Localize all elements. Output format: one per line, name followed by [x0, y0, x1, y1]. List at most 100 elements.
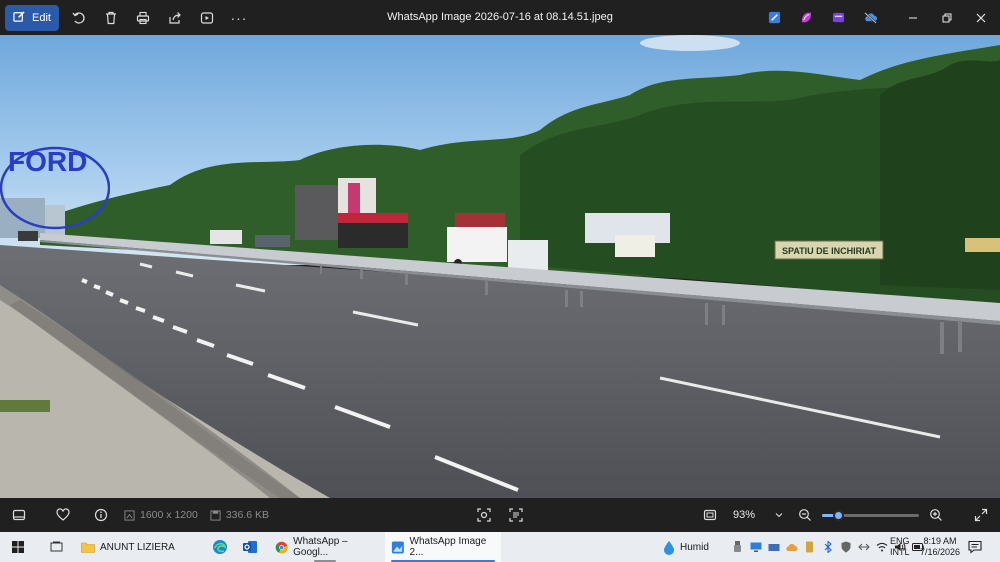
share-button[interactable]: [159, 5, 191, 31]
taskbar-app-folder-label: ANUNT LIZIERA: [100, 541, 175, 553]
taskbar-app-folder[interactable]: ANUNT LIZIERA: [75, 532, 181, 562]
resolution-info: 1600 x 1200: [124, 509, 198, 521]
folder-icon: [81, 542, 95, 553]
taskbar-app-chrome-label: WhatsApp – Googl...: [293, 536, 348, 558]
slideshow-button[interactable]: [191, 5, 223, 31]
wifi-icon[interactable]: [874, 532, 889, 562]
taskbar-edge[interactable]: [205, 532, 235, 562]
fit-to-window-button[interactable]: [691, 498, 729, 532]
tray-cloud-icon[interactable]: [784, 532, 799, 562]
resolution-icon: [124, 509, 135, 521]
tray-monitor-icon[interactable]: [748, 532, 763, 562]
start-button[interactable]: [3, 532, 33, 562]
clipchamp-app-button[interactable]: [822, 0, 854, 35]
taskbar-app-photos[interactable]: WhatsApp Image 2...: [384, 532, 501, 562]
expand-icon: [974, 508, 988, 522]
edit-label: Edit: [32, 11, 51, 24]
filmstrip-button[interactable]: [0, 498, 38, 532]
chrome-icon: [275, 541, 288, 553]
text-recognition-button[interactable]: [497, 498, 535, 532]
photos-icon: [391, 541, 404, 553]
delete-button[interactable]: [95, 5, 127, 31]
rental-sign-text: SPATIU DE INCHIRIAT: [782, 246, 877, 256]
more-icon: ···: [230, 9, 248, 26]
outlook-icon: [242, 541, 257, 553]
zoom-slider[interactable]: [822, 510, 919, 521]
zoom-in-icon: [930, 509, 942, 521]
taskbar-app-photos-label: WhatsApp Image 2...: [409, 536, 487, 558]
onedrive-app-button[interactable]: [854, 0, 886, 35]
designer-icon: [768, 11, 780, 24]
filmstrip-icon: [12, 509, 26, 521]
taskbar-app-chrome[interactable]: WhatsApp – Googl...: [269, 532, 381, 562]
taskbar-outlook[interactable]: [235, 532, 265, 562]
cloud-off-icon: [863, 12, 877, 24]
tray-usb-icon[interactable]: [730, 532, 745, 562]
system-clock[interactable]: 8:19 AM 7/16/2026: [918, 536, 962, 558]
resolution-value: 1600 x 1200: [140, 509, 198, 521]
zoom-out-button[interactable]: [786, 498, 824, 532]
close-button[interactable]: [964, 0, 998, 35]
zoom-out-icon: [799, 509, 811, 521]
minimize-icon: [909, 17, 917, 18]
restore-button[interactable]: [930, 0, 964, 35]
tray-network-drive-icon[interactable]: [766, 532, 781, 562]
weather-widget[interactable]: Humid: [663, 532, 709, 562]
edge-icon: [212, 540, 227, 554]
rotate-icon: [72, 11, 85, 24]
minimize-button[interactable]: [896, 0, 930, 35]
clock-date: 7/16/2026: [919, 547, 961, 557]
task-view-icon: [50, 541, 62, 552]
slideshow-icon: [200, 11, 214, 24]
heart-icon: [56, 508, 70, 521]
windows-logo-icon: [12, 541, 24, 553]
weather-label: Humid: [680, 541, 709, 553]
restore-icon: [942, 13, 952, 22]
input-language-indicator[interactable]: ENG INTL: [890, 536, 910, 558]
ford-label: FORD: [8, 146, 88, 177]
photo-canvas[interactable]: SPATIU DE INCHIRIAT FORD: [0, 35, 1000, 498]
tray-link-icon[interactable]: [856, 532, 871, 562]
visual-search-icon: [477, 508, 491, 522]
delete-icon: [105, 11, 116, 24]
favorite-button[interactable]: [44, 498, 82, 532]
edit-button[interactable]: Edit: [5, 4, 59, 31]
fit-screen-icon: [703, 509, 717, 521]
copilot-icon: [801, 12, 811, 23]
info-bar: 1600 x 1200 336.6 KB 93%: [0, 498, 1000, 532]
chevron-down-icon: [775, 513, 783, 518]
filesize-info: 336.6 KB: [210, 509, 269, 521]
designer-app-button[interactable]: [758, 0, 790, 35]
bluetooth-icon[interactable]: [820, 532, 835, 562]
filesize-value: 336.6 KB: [225, 509, 270, 521]
print-button[interactable]: [127, 5, 159, 31]
notification-center-button[interactable]: [968, 540, 982, 557]
rotate-button[interactable]: [63, 5, 95, 31]
copilot-app-button[interactable]: [790, 0, 822, 35]
info-icon: [94, 508, 108, 522]
zoom-in-button[interactable]: [917, 498, 955, 532]
tray-security-icon[interactable]: [838, 532, 853, 562]
text-scan-icon: [509, 508, 523, 522]
windows-taskbar: ANUNT LIZIERA WhatsApp – Googl... WhatsA…: [0, 532, 1000, 562]
file-info-button[interactable]: [82, 498, 120, 532]
humidity-drop-icon: [664, 540, 674, 555]
close-icon: [976, 13, 986, 22]
task-view-button[interactable]: [41, 532, 71, 562]
edit-icon: [13, 10, 26, 26]
save-icon: [210, 509, 221, 521]
zoom-value: 93%: [733, 509, 756, 521]
tray-usb-drive-icon[interactable]: [802, 532, 817, 562]
share-icon: [169, 11, 181, 24]
clipchamp-icon: [832, 12, 844, 23]
more-button[interactable]: ···: [223, 5, 255, 31]
top-toolbar: Edit ··· WhatsApp Image 2026-07-16 at 08…: [0, 0, 1000, 35]
lang-layout: INTL: [890, 547, 910, 557]
street-photo: SPATIU DE INCHIRIAT: [0, 35, 1000, 498]
print-icon: [136, 11, 150, 24]
zoom-slider-thumb[interactable]: [833, 510, 845, 521]
zoom-dropdown[interactable]: 93%: [727, 504, 789, 526]
lang-code: ENG: [890, 536, 910, 546]
fullscreen-button[interactable]: [962, 498, 1000, 532]
clock-time: 8:19 AM: [923, 536, 957, 546]
